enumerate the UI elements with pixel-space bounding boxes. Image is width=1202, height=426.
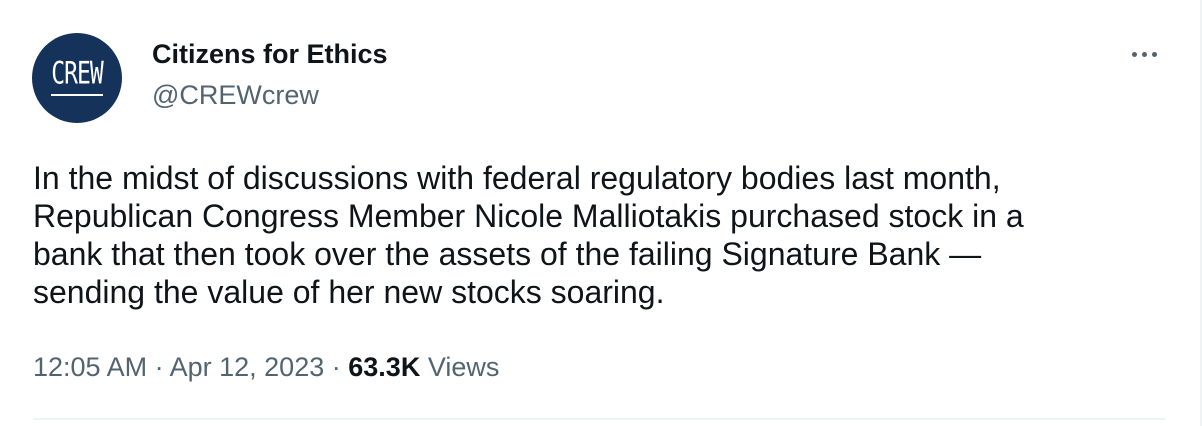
more-horizontal-icon[interactable]: [1124, 40, 1164, 68]
views-label[interactable]: Views: [428, 352, 500, 382]
tweet-date[interactable]: Apr 12, 2023: [170, 352, 325, 382]
more-dot: [1131, 51, 1137, 57]
more-dot: [1151, 51, 1157, 57]
author-display-name[interactable]: Citizens for Ethics: [152, 38, 388, 70]
meta-separator: ·: [154, 352, 164, 382]
tweet-card: CREW Citizens for Ethics @CREWcrew In th…: [0, 0, 1202, 426]
meta-separator: ·: [331, 352, 341, 382]
avatar[interactable]: CREW: [32, 33, 122, 123]
author-handle[interactable]: @CREWcrew: [152, 79, 319, 111]
avatar-logo-underline: [51, 93, 103, 96]
avatar-logo-text: CREW: [51, 55, 103, 91]
tweet-text: In the midst of discussions with federal…: [33, 160, 1024, 310]
views-count[interactable]: 63.3K: [348, 352, 420, 382]
more-dot: [1141, 51, 1147, 57]
divider: [33, 418, 1165, 420]
tweet-time[interactable]: 12:05 AM: [33, 352, 147, 382]
tweet-meta: 12:05 AM · Apr 12, 2023 · 63.3K Views: [33, 351, 499, 383]
